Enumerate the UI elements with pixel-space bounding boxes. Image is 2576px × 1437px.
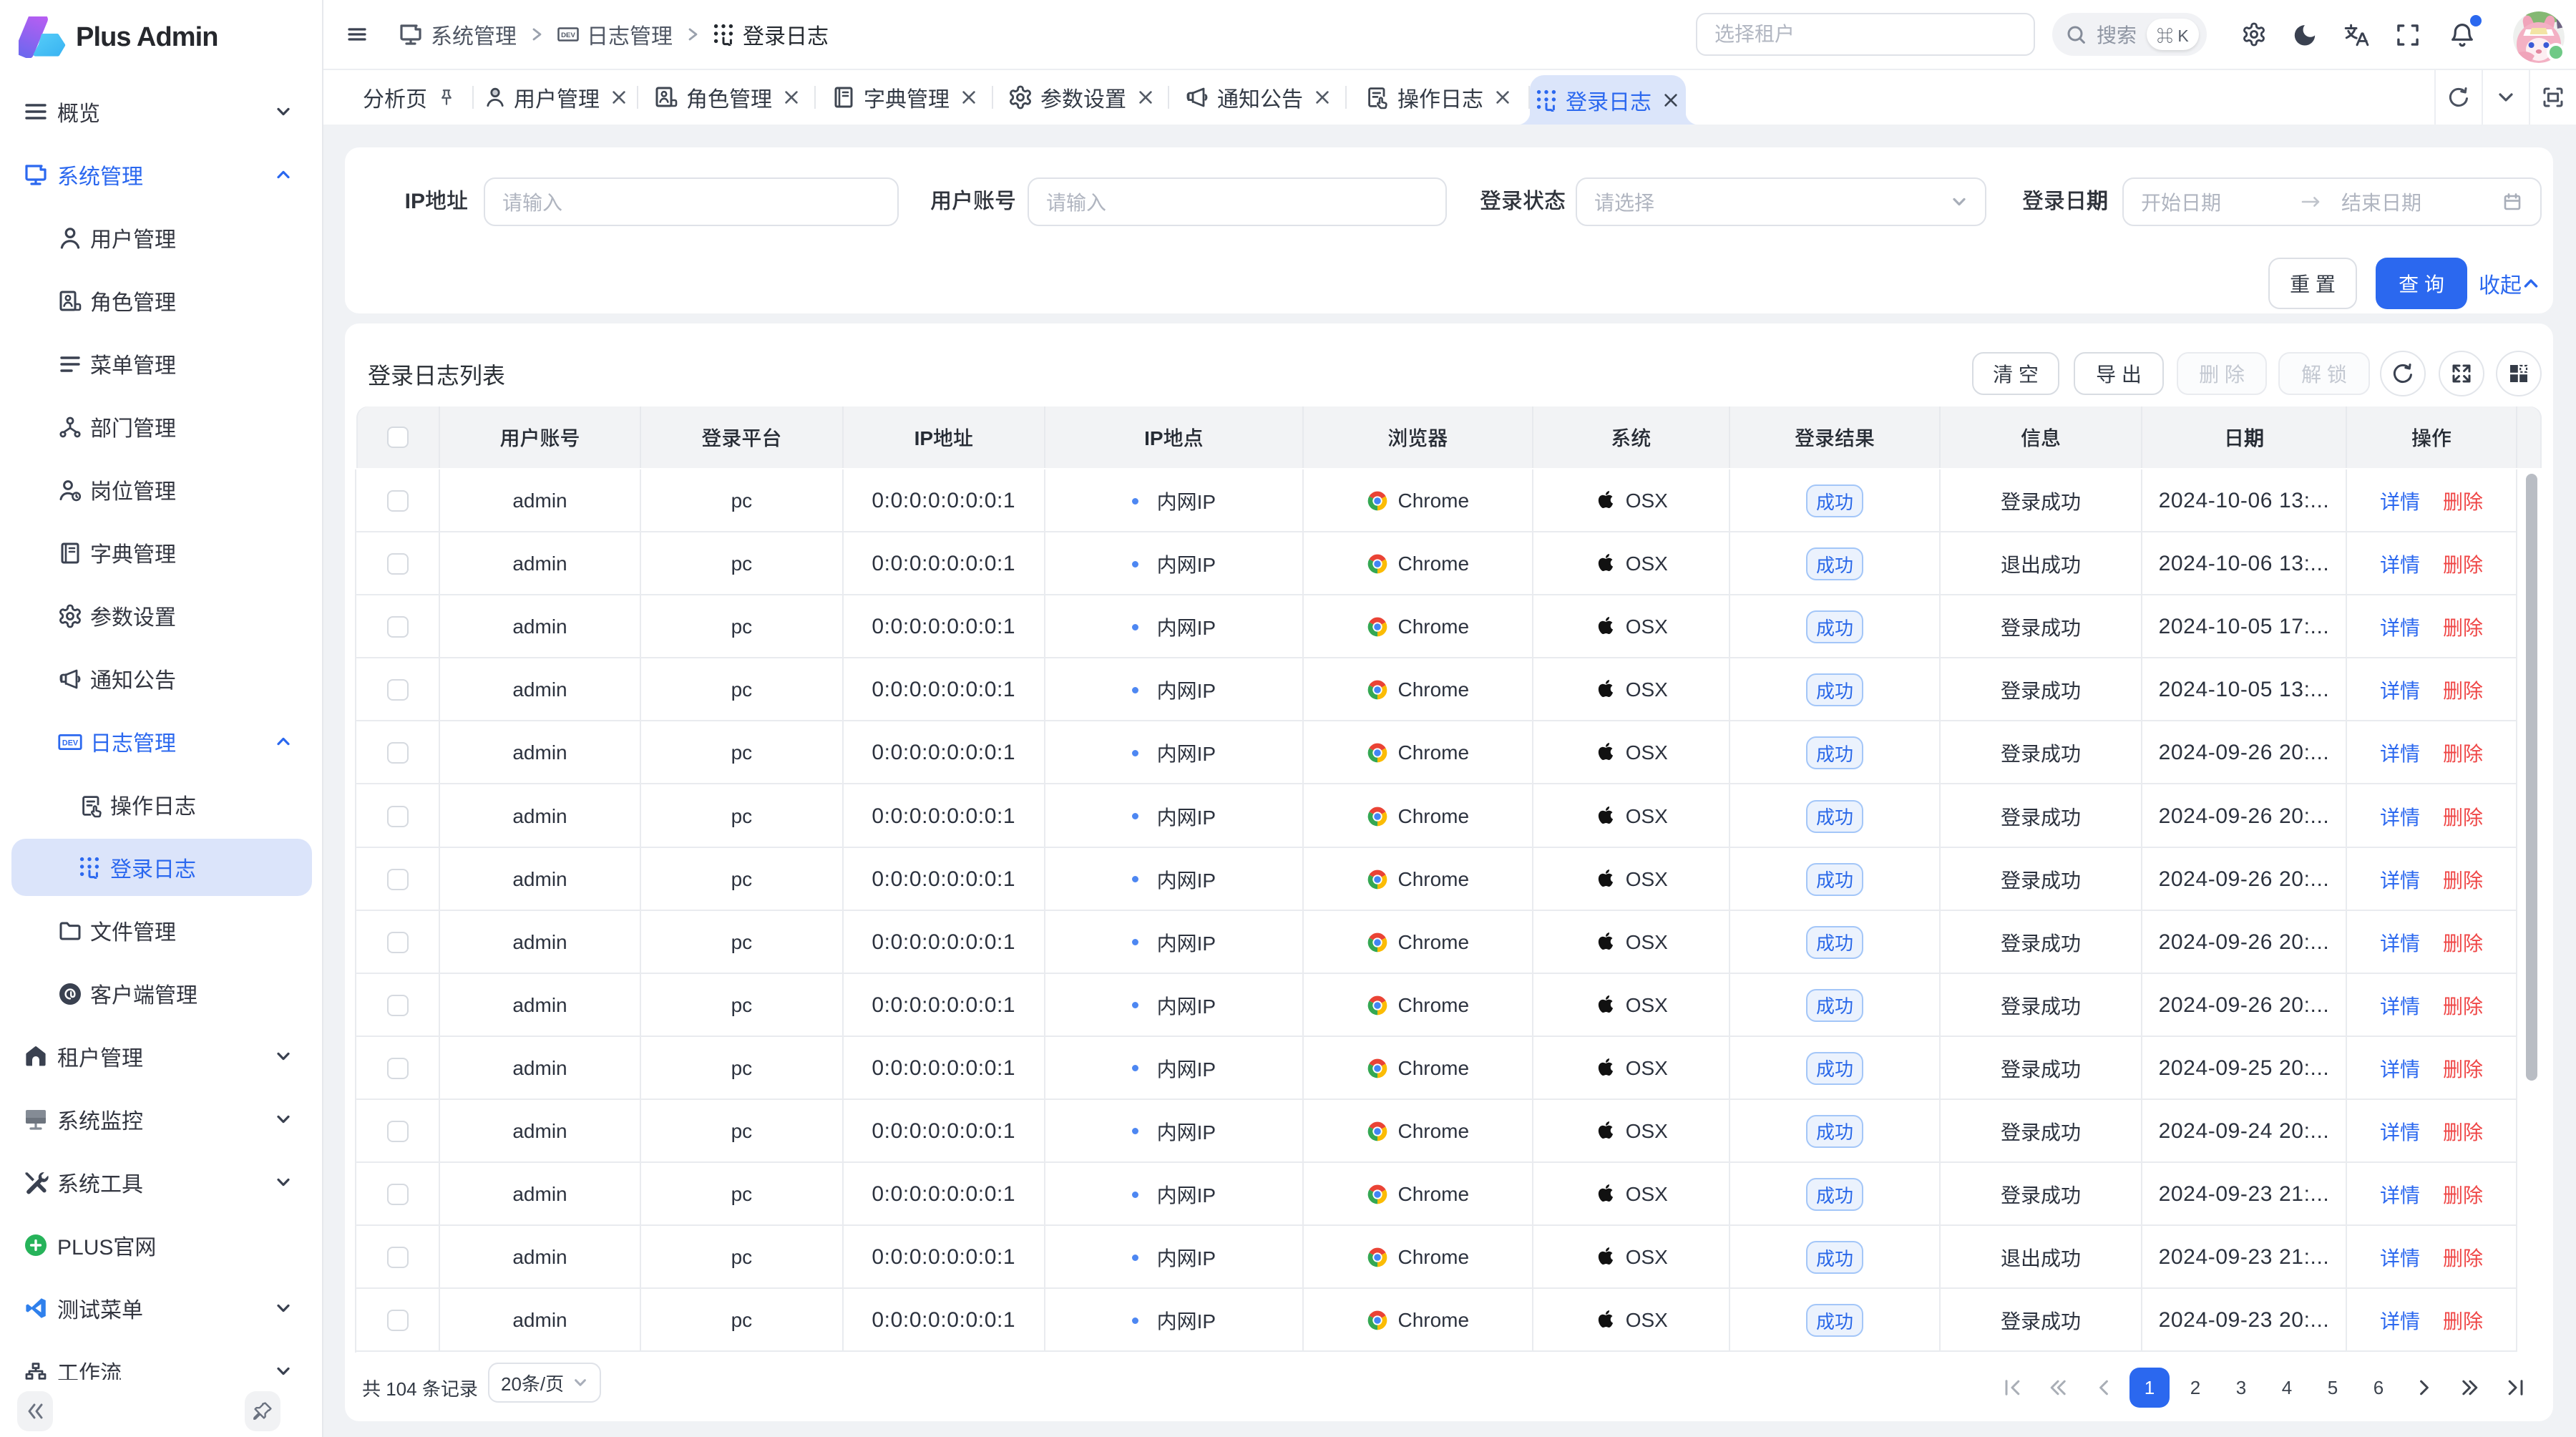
svg-text:DEV: DEV xyxy=(62,739,79,747)
svg-text:DEV: DEV xyxy=(561,31,575,39)
